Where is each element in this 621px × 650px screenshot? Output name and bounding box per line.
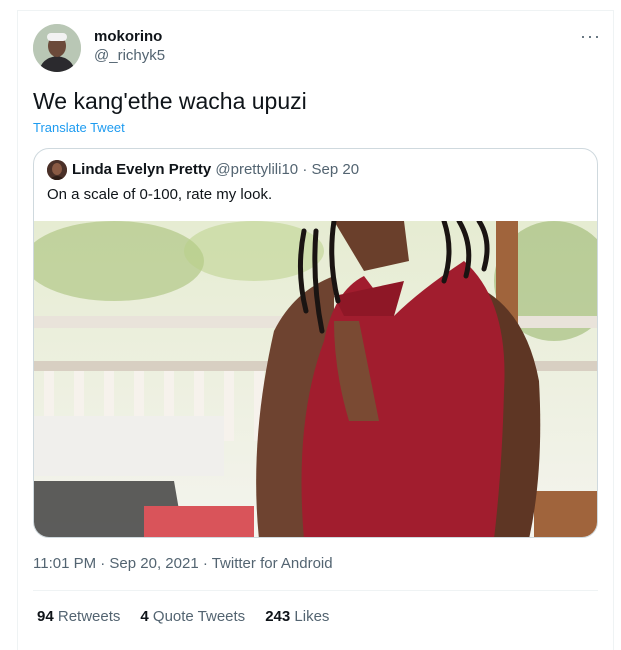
tweet-timestamp[interactable]: 11:01 PM · Sep 20, 2021 · Twitter for An… [33,555,333,572]
quoted-avatar[interactable] [47,160,67,180]
likes-count: 243 [265,608,291,625]
quote-tweets-stat[interactable]: 4 Quote Tweets [140,608,245,625]
quoted-photo[interactable] [34,221,598,538]
quoted-display-name[interactable]: Linda Evelyn Pretty [72,161,211,178]
avatar-image [33,24,81,72]
user-handle[interactable]: @_richyk5 [94,47,165,64]
likes-label: Likes [294,608,330,625]
quoted-tweet[interactable]: Linda Evelyn Pretty @prettylili10 · Sep … [33,148,598,538]
quoted-avatar-image [47,160,67,180]
retweets-label: Retweets [57,608,121,625]
quoted-text: On a scale of 0-100, rate my look. [47,186,273,203]
divider [33,590,598,591]
quoted-date[interactable]: · Sep 20 [302,161,359,178]
quoted-handle[interactable]: @prettylili10 [215,161,298,178]
retweets-stat[interactable]: 94 Retweets [37,608,120,625]
translate-tweet-link[interactable]: Translate Tweet [33,120,125,135]
quoted-header: Linda Evelyn Pretty @prettylili10 · Sep … [72,161,359,178]
more-options-icon[interactable]: ··· [580,26,601,47]
likes-stat[interactable]: 243 Likes [265,608,329,625]
tweet-text: We kang'ethe wacha upuzi [33,88,307,114]
retweets-count: 94 [37,608,54,625]
display-name[interactable]: mokorino [94,28,162,45]
tweet-stats: 94 Retweets 4 Quote Tweets 243 Likes [37,608,329,625]
quote-tweets-count: 4 [140,608,149,625]
avatar[interactable] [33,24,81,72]
quote-tweets-label: Quote Tweets [152,608,246,625]
